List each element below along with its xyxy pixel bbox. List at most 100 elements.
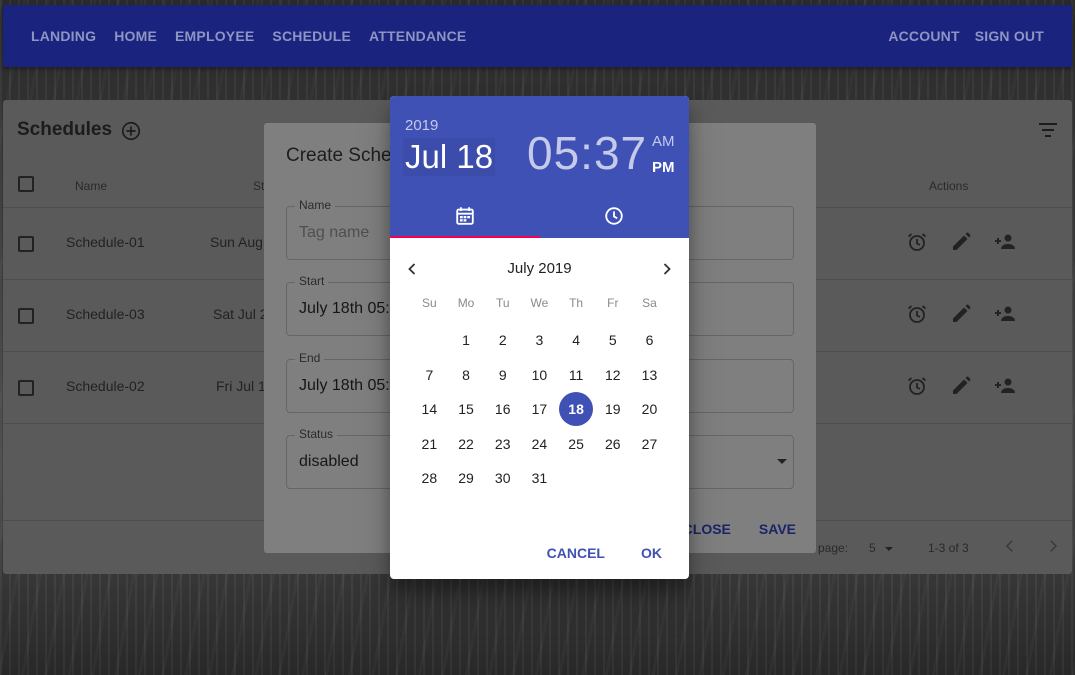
calendar-day[interactable]: 5 xyxy=(596,323,630,357)
previous-page-icon[interactable] xyxy=(1001,537,1019,555)
picker-time[interactable]: 05:37 xyxy=(527,126,647,180)
calendar-day[interactable]: 4 xyxy=(559,323,593,357)
weekday-label: We xyxy=(530,296,549,310)
dropdown-arrow-icon xyxy=(777,459,787,464)
nav-attendance[interactable]: ATTENDANCE xyxy=(369,28,466,44)
calendar-day[interactable]: 1 xyxy=(449,323,483,357)
dialog-title: Create Sche xyxy=(286,145,392,166)
save-button[interactable]: SAVE xyxy=(759,521,796,537)
rows-per-page-select[interactable]: 5 xyxy=(869,541,894,555)
calendar-day[interactable]: 17 xyxy=(522,392,556,426)
column-name: Name xyxy=(75,179,108,193)
nav-sign-out[interactable]: SIGN OUT xyxy=(975,28,1044,44)
assign-users-icon[interactable] xyxy=(993,230,1017,254)
calendar-day[interactable]: 30 xyxy=(486,461,520,495)
chevron-right-icon xyxy=(663,263,671,275)
nav-account[interactable]: ACCOUNT xyxy=(888,28,959,44)
assign-users-icon[interactable] xyxy=(993,302,1017,326)
calendar-day[interactable]: 26 xyxy=(596,427,630,461)
calendar-day[interactable]: 20 xyxy=(632,392,666,426)
next-page-icon[interactable] xyxy=(1044,537,1062,555)
card-title: Schedules xyxy=(17,119,113,140)
calendar-day[interactable]: 22 xyxy=(449,427,483,461)
next-month-button[interactable] xyxy=(654,256,680,282)
selected-day[interactable]: 18 xyxy=(559,392,594,427)
pagination-range: 1-3 of 3 xyxy=(928,541,969,555)
calendar-day[interactable]: 14 xyxy=(412,392,446,426)
calendar-day[interactable]: 10 xyxy=(522,358,556,392)
weekday-label: Sa xyxy=(642,296,657,310)
weekday-label: Tu xyxy=(495,296,510,310)
row-name: Schedule-02 xyxy=(66,378,145,394)
calendar-day[interactable]: 13 xyxy=(632,358,666,392)
calendar-day[interactable]: 11 xyxy=(559,358,593,392)
calendar-day[interactable]: 28 xyxy=(412,461,446,495)
add-circle-icon[interactable] xyxy=(120,120,142,142)
month-navigation: July 2019 xyxy=(390,254,689,284)
end-field-label: End xyxy=(295,351,325,365)
column-start: St xyxy=(253,179,265,193)
row-checkbox[interactable] xyxy=(18,308,34,324)
row-name: Schedule-01 xyxy=(66,234,145,250)
am-option[interactable]: AM xyxy=(652,129,675,155)
nav-landing[interactable]: LANDING xyxy=(31,28,96,44)
calendar-day[interactable]: 16 xyxy=(486,392,520,426)
select-all-checkbox[interactable] xyxy=(18,176,34,192)
calendar-day[interactable]: 9 xyxy=(486,358,520,392)
alarm-icon[interactable] xyxy=(905,374,929,398)
app-bar: LANDING HOME EMPLOYEE SCHEDULE ATTENDANC… xyxy=(3,5,1072,67)
calendar-day[interactable]: 27 xyxy=(632,427,666,461)
row-checkbox[interactable] xyxy=(18,236,34,252)
alarm-icon[interactable] xyxy=(905,230,929,254)
calendar-day[interactable]: 24 xyxy=(522,427,556,461)
tab-date[interactable] xyxy=(390,194,540,238)
tab-time[interactable] xyxy=(540,194,690,238)
weekday-label: Su xyxy=(422,296,437,310)
calendar-day[interactable]: 12 xyxy=(596,358,630,392)
nav-home[interactable]: HOME xyxy=(114,28,157,44)
cancel-button[interactable]: CANCEL xyxy=(547,545,605,561)
date-time-picker: 2019 Jul 18 05:37 AM PM July 2019 Su Mo … xyxy=(390,96,689,579)
filter-list-icon[interactable] xyxy=(1038,122,1058,138)
calendar-day[interactable]: 7 xyxy=(412,358,446,392)
empty-day-cell xyxy=(411,323,448,358)
row-start: Fri Jul 1( xyxy=(216,378,271,394)
edit-icon[interactable] xyxy=(949,302,973,326)
calendar-day[interactable]: 25 xyxy=(559,427,593,461)
calendar-day[interactable]: 8 xyxy=(449,358,483,392)
start-field-value: July 18th 05:3 xyxy=(299,300,399,317)
calendar-day[interactable]: 23 xyxy=(486,427,520,461)
calendar-day[interactable]: 3 xyxy=(522,323,556,357)
picker-tabs xyxy=(390,194,689,238)
calendar-day[interactable]: 29 xyxy=(449,461,483,495)
calendar-day[interactable]: 19 xyxy=(596,392,630,426)
month-label: July 2019 xyxy=(507,260,572,277)
calendar-day[interactable]: 21 xyxy=(412,427,446,461)
weekday-label: Fr xyxy=(607,296,619,310)
ok-button[interactable]: OK xyxy=(641,545,662,561)
close-button[interactable]: CLOSE xyxy=(683,521,731,537)
edit-icon[interactable] xyxy=(949,374,973,398)
assign-users-icon[interactable] xyxy=(993,374,1017,398)
weekday-header: Su Mo Tu We Th Fr Sa xyxy=(411,296,668,310)
status-select-label: Status xyxy=(295,427,338,441)
row-checkbox[interactable] xyxy=(18,380,34,396)
calendar-day[interactable]: 2 xyxy=(486,323,520,357)
nav-schedule[interactable]: SCHEDULE xyxy=(272,28,351,44)
calendar-day[interactable]: 6 xyxy=(632,323,666,357)
calendar-day[interactable]: 31 xyxy=(522,461,556,495)
picker-year[interactable]: 2019 xyxy=(405,117,438,134)
edit-icon[interactable] xyxy=(949,230,973,254)
calendar-icon xyxy=(456,207,474,225)
nav-employee[interactable]: EMPLOYEE xyxy=(175,28,254,44)
alarm-icon[interactable] xyxy=(905,302,929,326)
pm-option[interactable]: PM xyxy=(652,155,675,181)
chevron-down-icon xyxy=(885,546,894,551)
end-field-value: July 18th 05:3 xyxy=(299,377,399,394)
picker-date[interactable]: Jul 18 xyxy=(403,138,496,176)
calendar-grid: 1 2 3 4 5 6 7 8 9 10 11 12 13 14 15 16 17 18 19 20 21 22 23 24 2… xyxy=(411,323,668,496)
calendar-day[interactable]: 15 xyxy=(449,392,483,426)
name-field-placeholder: Tag name xyxy=(299,224,370,241)
tab-indicator xyxy=(390,236,540,238)
column-actions: Actions xyxy=(929,179,969,193)
